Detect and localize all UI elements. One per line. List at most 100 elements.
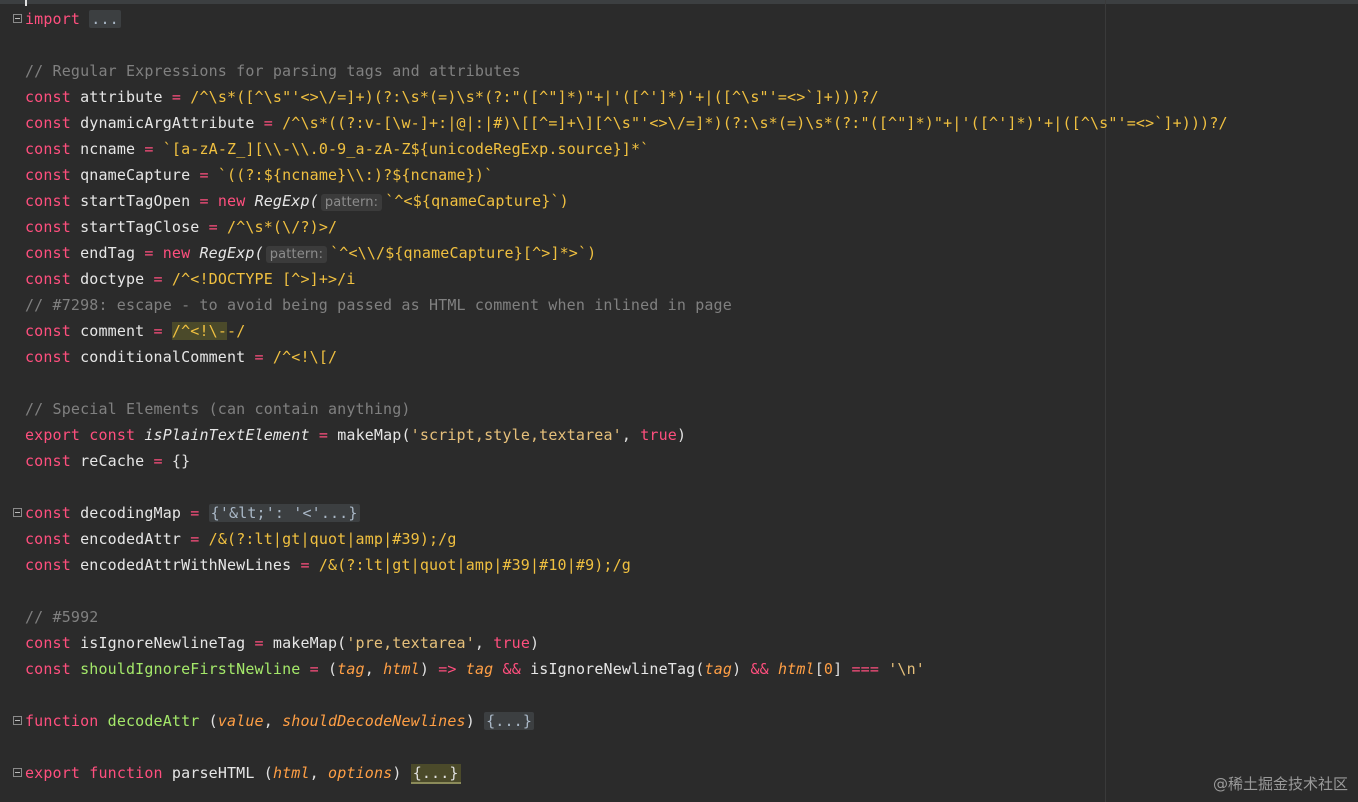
keyword: const bbox=[25, 166, 71, 184]
code-line: const dynamicArgAttribute = /^\s*((?:v-[… bbox=[25, 110, 1228, 136]
code-line: const attribute = /^\s*([^\s"'<>\/=]+)(?… bbox=[25, 84, 1228, 110]
operator: = bbox=[300, 556, 310, 574]
identifier: qnameCapture bbox=[80, 166, 191, 184]
operator: = bbox=[318, 426, 329, 444]
identifier: reCache bbox=[80, 452, 145, 470]
operator: = bbox=[254, 348, 264, 366]
regex-literal: /^\s*([^\s"'<>\/=]+)(?:\s*(=)\s*(?:"([^"… bbox=[190, 88, 879, 106]
punctuation: ) bbox=[530, 634, 540, 652]
parameter: shouldDecodeNewlines bbox=[282, 712, 466, 730]
keyword: const bbox=[25, 556, 71, 574]
keyword: function bbox=[25, 712, 99, 730]
code-editor[interactable]: import ... // Regular Expressions for pa… bbox=[25, 6, 1228, 786]
punctuation: ( bbox=[263, 764, 273, 782]
code-line: const qnameCapture = `((?:${ncname}\\:)?… bbox=[25, 162, 1228, 188]
fold-toggle-icon[interactable] bbox=[13, 508, 22, 517]
regex-literal: /^<!DOCTYPE [^>]+>/i bbox=[171, 270, 356, 288]
editor-top-border bbox=[0, 0, 1358, 4]
operator: => bbox=[438, 660, 457, 678]
keyword: const bbox=[25, 530, 71, 548]
comment-line: // #5992 bbox=[25, 608, 99, 626]
code-line: const doctype = /^<!DOCTYPE [^>]+>/i bbox=[25, 266, 1228, 292]
number-literal: 0 bbox=[823, 660, 834, 678]
parameter: tag bbox=[704, 660, 733, 678]
identifier: attribute bbox=[80, 88, 163, 106]
regex-literal: /^\s*(\/?)>/ bbox=[227, 218, 338, 236]
string-literal: 'pre,textarea' bbox=[346, 634, 475, 652]
fold-toggle-icon[interactable] bbox=[13, 768, 22, 777]
identifier: shouldIgnoreFirstNewline bbox=[80, 660, 301, 678]
folded-region[interactable]: {...} bbox=[484, 712, 535, 730]
parameter: html bbox=[272, 764, 310, 782]
parameter-hint: pattern: bbox=[265, 246, 328, 263]
boolean-literal: true bbox=[493, 634, 531, 652]
punctuation: ( bbox=[328, 660, 338, 678]
keyword: const bbox=[25, 192, 71, 210]
operator: = bbox=[153, 452, 163, 470]
code-line: const shouldIgnoreFirstNewline = (tag, h… bbox=[25, 656, 1228, 682]
code-line: const conditionalComment = /^<!\[/ bbox=[25, 344, 1228, 370]
code-line: const isIgnoreNewlineTag = makeMap('pre,… bbox=[25, 630, 1228, 656]
punctuation: , bbox=[474, 634, 485, 652]
code-line: const comment = /^<!\--/ bbox=[25, 318, 1228, 344]
identifier: comment bbox=[80, 322, 145, 340]
code-line: const startTagOpen = new RegExp(pattern:… bbox=[25, 188, 1228, 214]
comment-line: // Regular Expressions for parsing tags … bbox=[25, 62, 521, 80]
keyword: export bbox=[25, 426, 81, 444]
parameter: options bbox=[328, 764, 393, 782]
object-literal: {} bbox=[171, 452, 191, 470]
code-line: const encodedAttrWithNewLines = /&(?:lt|… bbox=[25, 552, 1228, 578]
punctuation: ) bbox=[676, 426, 687, 444]
keyword: new bbox=[162, 244, 191, 262]
punctuation: ) bbox=[419, 660, 430, 678]
keyword: function bbox=[89, 764, 163, 782]
identifier: startTagOpen bbox=[80, 192, 191, 210]
template-literal: `^<\\/${qnameCapture}[^>]*>`) bbox=[330, 244, 597, 262]
keyword: const bbox=[25, 270, 71, 288]
folded-region[interactable]: {'&lt;': '<'...} bbox=[208, 504, 360, 522]
operator: = bbox=[153, 270, 163, 288]
identifier: isPlainTextElement bbox=[144, 426, 310, 444]
fold-toggle-icon[interactable] bbox=[13, 14, 22, 23]
function-name: decodeAttr bbox=[107, 712, 200, 730]
template-literal: `^<${qnameCapture}`) bbox=[385, 192, 569, 210]
operator: = bbox=[153, 322, 163, 340]
punctuation: ) bbox=[465, 712, 475, 730]
comment-line: // #7298: escape - to avoid being passed… bbox=[25, 296, 732, 314]
template-literal: `[a-zA-Z_][\\-\\.0-9_a-zA-Z${unicodeRegE… bbox=[162, 140, 650, 158]
code-line: function decodeAttr (value, shouldDecode… bbox=[25, 708, 1228, 734]
keyword: const bbox=[25, 88, 71, 106]
folded-region[interactable]: ... bbox=[89, 10, 121, 28]
code-line: export const isPlainTextElement = makeMa… bbox=[25, 422, 1228, 448]
keyword: const bbox=[25, 218, 71, 236]
keyword: const bbox=[25, 322, 71, 340]
punctuation: ) bbox=[732, 660, 742, 678]
parameter: value bbox=[217, 712, 264, 730]
identifier: isIgnoreNewlineTag bbox=[80, 634, 246, 652]
punctuation: , bbox=[263, 712, 273, 730]
identifier: encodedAttrWithNewLines bbox=[80, 556, 292, 574]
operator: = bbox=[254, 634, 264, 652]
keyword: const bbox=[25, 140, 71, 158]
folded-region[interactable]: {...} bbox=[410, 764, 461, 784]
keyword: const bbox=[25, 348, 71, 366]
code-line: const encodedAttr = /&(?:lt|gt|quot|amp|… bbox=[25, 526, 1228, 552]
template-literal: `((?:${ncname}\\:)?${ncname})` bbox=[217, 166, 494, 184]
keyword: const bbox=[25, 452, 71, 470]
code-line: const decodingMap = {'&lt;': '<'...} bbox=[25, 500, 1228, 526]
punctuation: ( bbox=[208, 712, 218, 730]
code-line: import ... bbox=[25, 6, 1228, 32]
keyword: import bbox=[25, 10, 81, 28]
fold-toggle-icon[interactable] bbox=[13, 716, 22, 725]
regex-literal: -/ bbox=[227, 322, 246, 340]
function-call: makeMap( bbox=[337, 426, 411, 444]
identifier: startTagClose bbox=[80, 218, 200, 236]
identifier: endTag bbox=[80, 244, 136, 262]
parameter: html bbox=[778, 660, 815, 678]
function-call: makeMap( bbox=[272, 634, 347, 652]
parameter: tag bbox=[465, 660, 494, 678]
